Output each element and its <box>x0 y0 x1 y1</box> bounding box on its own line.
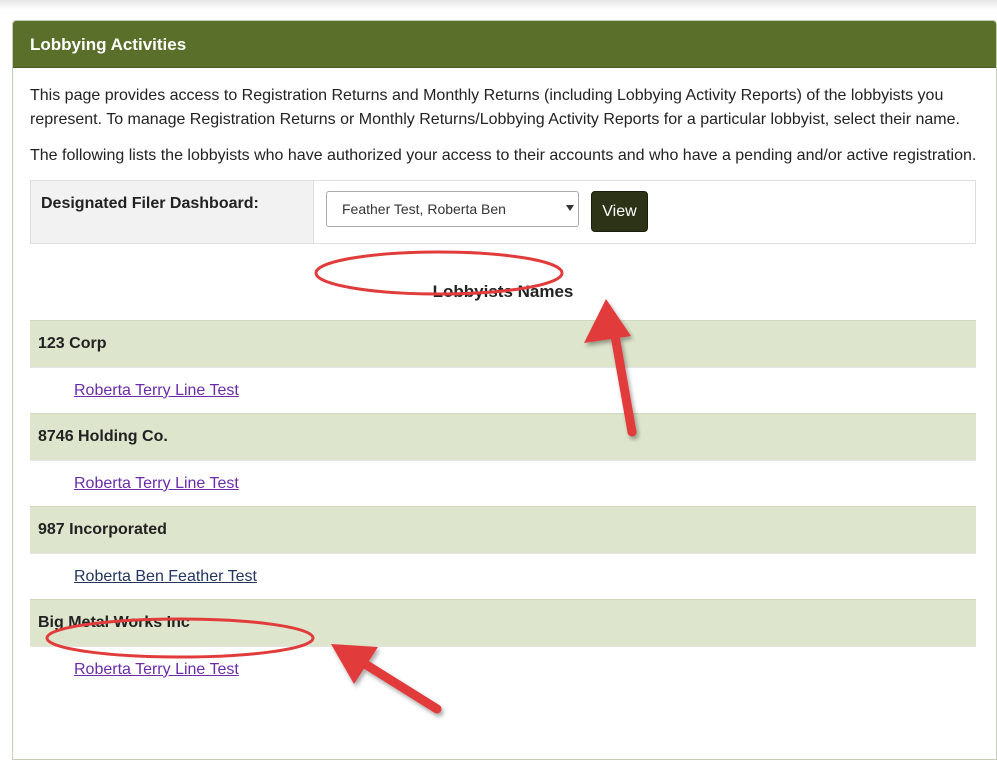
intro-paragraph-1: This page provides access to Registratio… <box>30 87 960 128</box>
panel-title: Lobbying Activities <box>13 21 996 68</box>
top-shadow <box>0 0 997 10</box>
company-row: 123 Corp <box>30 320 976 367</box>
designated-filer-label: Designated Filer Dashboard: <box>31 181 314 243</box>
lobbyist-row: Roberta Terry Line Test <box>30 460 976 506</box>
designated-filer-selected-value: Feather Test, Roberta Ben <box>342 201 506 217</box>
lobbyist-row: Roberta Terry Line Test <box>30 367 976 413</box>
lobbyist-row: Roberta Ben Feather Test <box>30 553 976 599</box>
lobbyists-list: 123 Corp Roberta Terry Line Test 8746 Ho… <box>30 320 976 692</box>
lobbyist-link[interactable]: Roberta Terry Line Test <box>74 475 239 492</box>
intro-paragraph-2: The following lists the lobbyists who ha… <box>30 147 977 164</box>
lobbyist-link[interactable]: Roberta Ben Feather Test <box>74 568 257 585</box>
panel-body: This page provides access to Registratio… <box>13 68 996 692</box>
view-button[interactable]: View <box>591 191 648 232</box>
lobbying-activities-panel: Lobbying Activities This page provides a… <box>12 20 997 760</box>
lobbyist-link[interactable]: Roberta Terry Line Test <box>74 661 239 678</box>
dropdown-arrow-icon <box>566 205 574 211</box>
designated-filer-select[interactable]: Feather Test, Roberta Ben <box>326 191 579 227</box>
designated-filer-controls: Feather Test, Roberta Ben View <box>314 181 975 243</box>
lobbyists-names-title: Lobbyists Names <box>432 282 574 301</box>
company-row: Big Metal Works Inc <box>30 599 976 646</box>
lobbyist-row: Roberta Terry Line Test <box>30 646 976 692</box>
designated-filer-table: Designated Filer Dashboard: Feather Test… <box>30 180 976 244</box>
lobbyist-link[interactable]: Roberta Terry Line Test <box>74 382 239 399</box>
company-row: 987 Incorporated <box>30 506 976 553</box>
company-row: 8746 Holding Co. <box>30 413 976 460</box>
